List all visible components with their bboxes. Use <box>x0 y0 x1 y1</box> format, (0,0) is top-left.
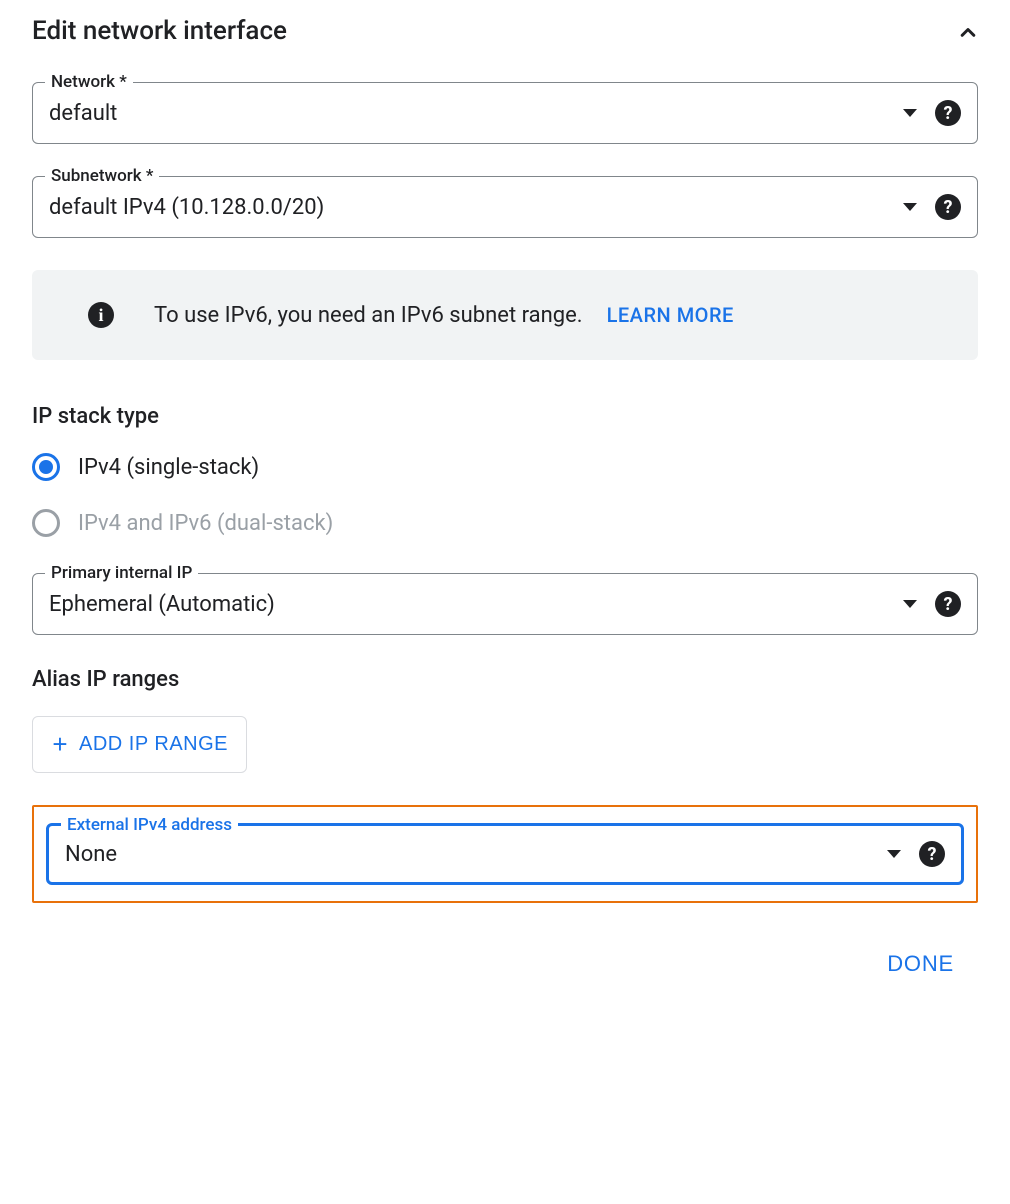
external-ipv4-label: External IPv4 address <box>61 815 238 835</box>
radio-ipv4[interactable] <box>32 453 60 481</box>
primary-internal-ip-select[interactable]: Primary internal IP Ephemeral (Automatic… <box>32 573 978 635</box>
ip-stack-radio-group: IPv4 (single-stack) IPv4 and IPv6 (dual-… <box>32 453 978 537</box>
info-banner: i To use IPv6, you need an IPv6 subnet r… <box>32 270 978 360</box>
radio-dual-stack <box>32 509 60 537</box>
highlighted-region: External IPv4 address None ? <box>32 805 978 903</box>
primary-internal-ip-label: Primary internal IP <box>45 563 198 583</box>
ip-stack-heading: IP stack type <box>32 404 978 429</box>
radio-dual-stack-label: IPv4 and IPv6 (dual-stack) <box>78 511 333 536</box>
alias-ip-heading: Alias IP ranges <box>32 667 978 692</box>
subnetwork-select[interactable]: Subnetwork * default IPv4 (10.128.0.0/20… <box>32 176 978 238</box>
subnetwork-label: Subnetwork * <box>45 166 159 186</box>
help-icon[interactable]: ? <box>935 591 961 617</box>
page-title: Edit network interface <box>32 16 287 46</box>
dropdown-arrow-icon <box>903 600 917 608</box>
dropdown-arrow-icon <box>903 109 917 117</box>
done-button[interactable]: DONE <box>887 951 954 977</box>
network-label: Network * <box>45 72 133 92</box>
help-icon[interactable]: ? <box>935 194 961 220</box>
external-ipv4-select[interactable]: External IPv4 address None ? <box>46 823 964 885</box>
info-icon: i <box>88 302 114 328</box>
network-value: default <box>49 101 903 126</box>
add-ip-range-button[interactable]: + ADD IP RANGE <box>32 716 247 773</box>
network-select[interactable]: Network * default ? <box>32 82 978 144</box>
primary-internal-ip-value: Ephemeral (Automatic) <box>49 592 903 617</box>
dropdown-arrow-icon <box>887 850 901 858</box>
help-icon[interactable]: ? <box>935 100 961 126</box>
radio-ipv4-label: IPv4 (single-stack) <box>78 455 259 480</box>
help-icon[interactable]: ? <box>919 841 945 867</box>
learn-more-link[interactable]: LEARN MORE <box>607 303 734 327</box>
collapse-icon[interactable] <box>954 19 978 43</box>
plus-icon: + <box>51 729 69 760</box>
external-ipv4-value: None <box>65 842 887 867</box>
subnetwork-value: default IPv4 (10.128.0.0/20) <box>49 195 903 220</box>
dropdown-arrow-icon <box>903 203 917 211</box>
info-text: To use IPv6, you need an IPv6 subnet ran… <box>154 303 583 328</box>
add-ip-range-label: ADD IP RANGE <box>79 733 228 756</box>
